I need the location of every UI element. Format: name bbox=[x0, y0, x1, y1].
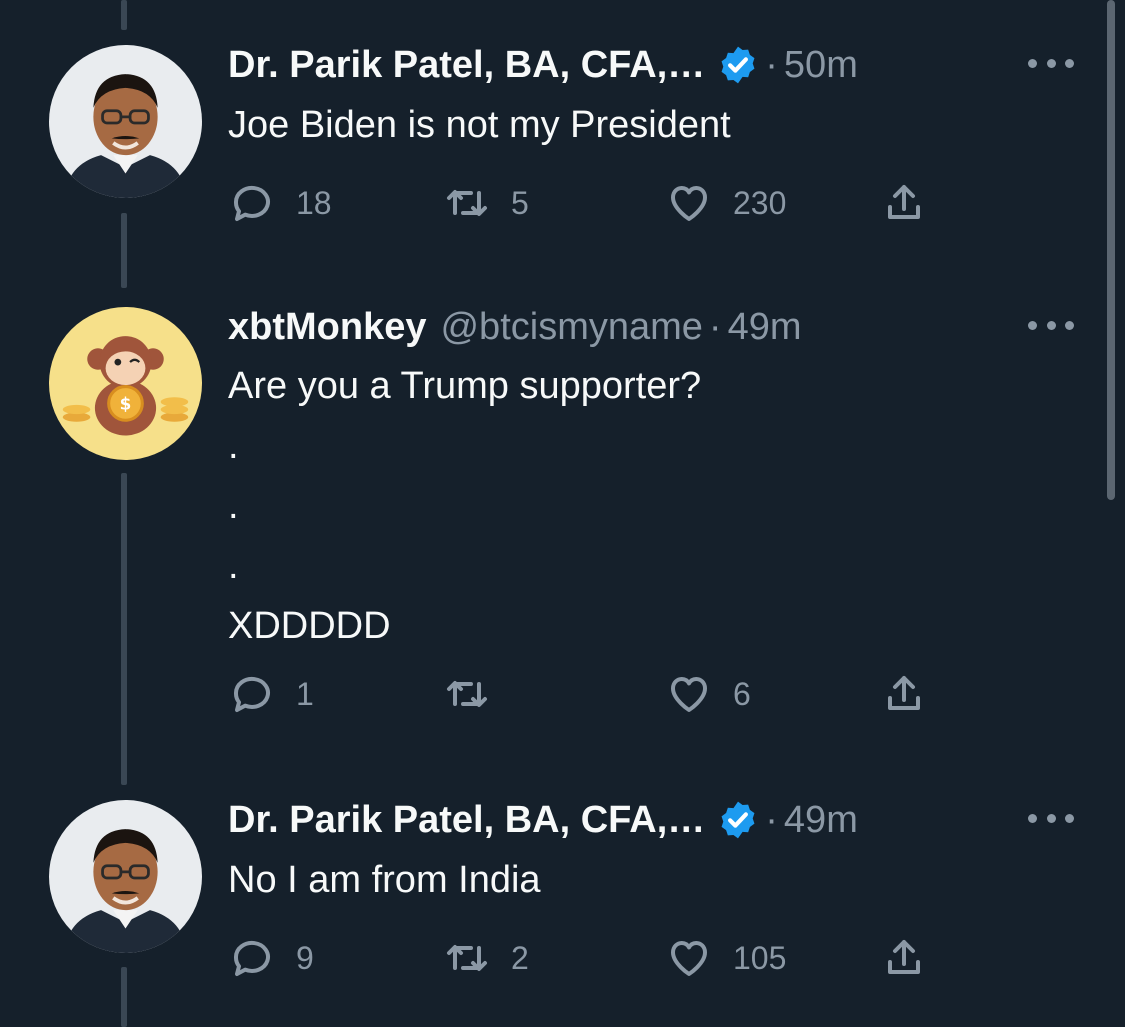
reply-count: 18 bbox=[296, 184, 332, 221]
avatar[interactable] bbox=[49, 45, 202, 198]
user-handle[interactable]: @btcismyname bbox=[440, 306, 702, 349]
like-button[interactable]: 105 bbox=[665, 933, 786, 983]
reply-button[interactable]: 1 bbox=[228, 669, 314, 719]
avatar-portrait bbox=[49, 800, 202, 953]
retweet-icon bbox=[447, 681, 487, 707]
tweet-text: No I am from India bbox=[228, 859, 541, 901]
like-count: 105 bbox=[733, 939, 787, 976]
like-icon bbox=[671, 186, 707, 221]
retweet-button[interactable]: 2 bbox=[443, 933, 529, 983]
thread-line-1 bbox=[121, 213, 127, 288]
more-options-icon[interactable] bbox=[1028, 808, 1074, 828]
like-count: 6 bbox=[733, 675, 751, 712]
action-bar: 18 5 230 bbox=[228, 178, 948, 228]
reply-count: 9 bbox=[296, 939, 314, 976]
share-icon bbox=[888, 676, 920, 710]
retweet-button[interactable] bbox=[443, 669, 511, 719]
svg-text:$: $ bbox=[120, 394, 132, 414]
avatar[interactable]: $ bbox=[49, 307, 202, 460]
reply-count: 1 bbox=[296, 675, 314, 712]
display-name[interactable]: xbtMonkey bbox=[228, 306, 426, 349]
reply-icon bbox=[233, 676, 270, 712]
share-icon bbox=[888, 940, 920, 974]
avatar[interactable] bbox=[49, 800, 202, 953]
thread-line-bottom bbox=[121, 967, 127, 1027]
retweet-button[interactable]: 5 bbox=[443, 178, 529, 228]
share-icon bbox=[888, 185, 920, 219]
separator-dot: · bbox=[708, 305, 722, 348]
action-bar: 1 6 bbox=[228, 669, 948, 719]
verified-badge-icon[interactable] bbox=[717, 799, 759, 841]
like-button[interactable]: 6 bbox=[665, 669, 751, 719]
like-button[interactable]: 230 bbox=[665, 178, 786, 228]
more-options-icon[interactable] bbox=[1028, 315, 1074, 335]
like-icon bbox=[671, 941, 707, 976]
tweet-header: Dr. Parik Patel, BA, CFA,… · 49m bbox=[228, 795, 858, 845]
reply-button[interactable]: 18 bbox=[228, 178, 332, 228]
avatar-portrait bbox=[49, 45, 202, 198]
display-name[interactable]: Dr. Parik Patel, BA, CFA,… bbox=[228, 799, 705, 842]
retweet-count: 5 bbox=[511, 184, 529, 221]
retweet-count: 2 bbox=[511, 939, 529, 976]
more-options-icon[interactable] bbox=[1028, 53, 1074, 73]
verified-badge-icon[interactable] bbox=[717, 44, 759, 86]
like-icon bbox=[671, 677, 707, 712]
tweet-header: Dr. Parik Patel, BA, CFA,… · 50m bbox=[228, 40, 858, 90]
scrollbar[interactable] bbox=[1107, 0, 1115, 500]
thread-line-top bbox=[121, 0, 127, 30]
avatar-monkey-coin: $ bbox=[49, 307, 202, 460]
thread-line-2 bbox=[121, 473, 127, 785]
tweet-header: xbtMonkey @btcismyname · 49m bbox=[228, 302, 801, 352]
timestamp[interactable]: 49m bbox=[784, 799, 858, 842]
reply-icon bbox=[233, 940, 270, 976]
tweet-text: Are you a Trump supporter? . . . XDDDDD bbox=[228, 365, 702, 647]
share-button[interactable] bbox=[880, 669, 928, 719]
tweet-text: Joe Biden is not my President bbox=[228, 104, 731, 146]
reply-icon bbox=[233, 185, 270, 221]
share-button[interactable] bbox=[880, 933, 928, 983]
action-bar: 9 2 105 bbox=[228, 933, 948, 983]
retweet-icon bbox=[447, 945, 487, 971]
retweet-icon bbox=[447, 190, 487, 216]
share-button[interactable] bbox=[880, 178, 928, 228]
reply-button[interactable]: 9 bbox=[228, 933, 314, 983]
timestamp[interactable]: 49m bbox=[728, 306, 802, 349]
display-name[interactable]: Dr. Parik Patel, BA, CFA,… bbox=[228, 44, 705, 87]
separator-dot: · bbox=[765, 798, 778, 841]
like-count: 230 bbox=[733, 184, 787, 221]
timestamp[interactable]: 50m bbox=[784, 44, 858, 87]
separator-dot: · bbox=[765, 43, 778, 86]
